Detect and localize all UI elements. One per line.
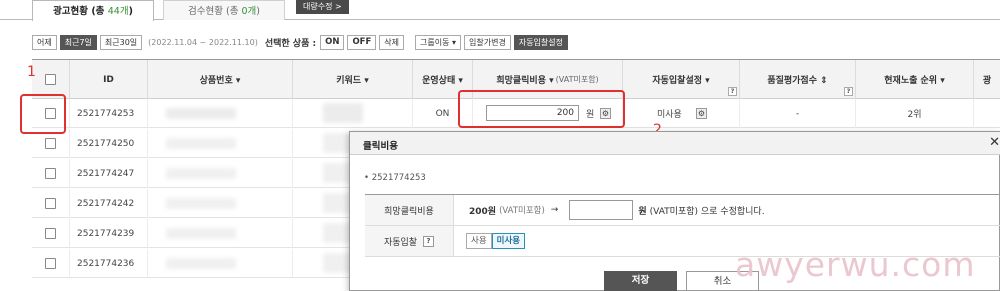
watermark: awyerwu.com [735, 245, 976, 284]
delete-button[interactable]: 삭제 [379, 34, 405, 50]
auto-bid-toggle: 사용 미사용 [466, 226, 526, 256]
date-range: (2022.11.04 ~ 2022.11.10) [148, 37, 258, 47]
row-id: 2521774236 [69, 249, 147, 278]
auto-bid-settings-button[interactable]: 자동입찰설정 [513, 34, 568, 50]
row-id: 2521774247 [69, 159, 147, 188]
row-checkbox[interactable] [45, 168, 56, 179]
tab-count: 44개 [107, 6, 129, 17]
header-rank[interactable]: 현재노출 순위 ▾ [855, 60, 973, 99]
off-button[interactable]: OFF [347, 34, 377, 50]
row-select-cell [32, 219, 69, 248]
row-select-cell [32, 159, 69, 188]
bulk-edit-button[interactable]: 대량수정 > [296, 0, 349, 14]
redacted-keyword [323, 103, 363, 123]
row-product-no [147, 99, 292, 128]
annotation-number-1: 1 [27, 64, 36, 80]
filter-bar: 어제 최근7일 최근30일 (2022.11.04 ~ 2022.11.10) … [32, 34, 571, 50]
redacted-product [166, 138, 236, 149]
row-rank: 2위 [855, 99, 973, 128]
help-icon[interactable]: ? [423, 235, 435, 247]
row-checkbox[interactable] [45, 258, 56, 269]
auto-bid-label: 자동입찰 [383, 237, 418, 248]
new-bid-unit: 원 [638, 206, 647, 217]
select-all-checkbox[interactable] [45, 74, 56, 85]
row-select-cell [32, 249, 69, 278]
row-id: 2521774253 [69, 99, 147, 128]
popup-bid-row: 희망클릭비용 200원 (VAT미포함) → 원 (VAT미포함) 으로 수정합… [365, 195, 1000, 226]
row-checkbox[interactable] [45, 228, 56, 239]
save-button[interactable]: 저장 [604, 271, 677, 291]
row-id: 2521774239 [69, 219, 147, 248]
auto-bid-help-icon[interactable]: ? [728, 87, 737, 96]
tab-label: 광고현황 (총 [53, 6, 108, 17]
row-product-no [147, 249, 292, 278]
group-move-button[interactable]: 그룹이동 ▾ [415, 34, 462, 50]
row-extra [973, 99, 1000, 128]
row-checkbox[interactable] [45, 138, 56, 149]
bid-row-label: 희망클릭비용 [365, 195, 454, 225]
redacted-product [166, 198, 236, 209]
yesterday-button[interactable]: 어제 [32, 34, 57, 50]
current-bid: 200원 [469, 206, 497, 217]
row-select-cell [32, 189, 69, 218]
use-toggle[interactable]: 사용 [466, 233, 492, 249]
row-auto-bid: 미사용 ⚙ [622, 99, 739, 128]
bid-row-value: 200원 (VAT미포함) → 원 (VAT미포함) 으로 수정합니다. [469, 195, 765, 225]
row-product-no [147, 129, 292, 158]
header-extra[interactable]: 광 [973, 60, 1000, 99]
auto-bid-value: 미사용 [657, 110, 682, 120]
header-bid-label: 희망클릭비용 ▾ [496, 76, 554, 86]
last-7-days-button[interactable]: 최근7일 [59, 34, 97, 50]
nouse-toggle[interactable]: 미사용 [491, 233, 526, 249]
header-auto-bid[interactable]: 자동입찰설정 ▾ ? [622, 60, 739, 99]
popup-header: 클릭비용 ✕ [350, 132, 1000, 155]
last-30-days-button[interactable]: 최근30일 [99, 34, 143, 50]
close-icon[interactable]: ✕ [989, 135, 1000, 150]
row-keyword [292, 99, 412, 128]
redacted-product [166, 108, 236, 119]
tab-label: 검수현황 (총 [188, 6, 242, 17]
redacted-product [166, 258, 236, 269]
annotation-box-checkbox [20, 94, 66, 134]
auto-bid-row-label: 자동입찰 ? [365, 226, 454, 256]
header-id[interactable]: ID [69, 60, 147, 99]
popup-title: 클릭비용 [363, 141, 398, 152]
quality-help-icon[interactable]: ? [844, 87, 853, 96]
tab-review-status[interactable]: 검수현황 (총 0개) [163, 0, 285, 20]
auto-bid-gear-icon[interactable]: ⚙ [696, 108, 707, 119]
bid-change-button[interactable]: 입찰가변경 [464, 34, 511, 50]
row-product-no [147, 189, 292, 218]
row-id: 2521774250 [69, 129, 147, 158]
tab-ad-status[interactable]: 광고현황 (총 44개) [32, 0, 154, 21]
new-bid-input[interactable] [569, 200, 634, 220]
row-quality: - [739, 99, 855, 128]
popup-item-id: • 2521774253 [364, 173, 426, 183]
header-quality[interactable]: 품질평가점수 ⇕ ? [739, 60, 855, 99]
header-product-no[interactable]: 상품번호 ▾ [147, 60, 292, 99]
redacted-product [166, 228, 236, 239]
header-bid-vat: (VAT미포함) [555, 75, 599, 84]
row-product-no [147, 219, 292, 248]
row-checkbox[interactable] [45, 198, 56, 209]
vat-note: (VAT미포함) [499, 206, 545, 216]
row-id: 2521774242 [69, 189, 147, 218]
header-auto-bid-label: 자동입찰설정 ▾ [652, 76, 710, 86]
popup-form: 희망클릭비용 200원 (VAT미포함) → 원 (VAT미포함) 으로 수정합… [365, 194, 1000, 257]
arrow-icon: → [550, 205, 559, 215]
redacted-product [166, 168, 236, 179]
tab-close-paren: ) [128, 6, 133, 17]
tab-bar: 광고현황 (총 44개) 검수현황 (총 0개) 대량수정 > [0, 0, 1000, 21]
header-keyword[interactable]: 키워드 ▾ [292, 60, 412, 99]
selected-products-label: 선택한 상품 : [264, 38, 317, 49]
tab-close-paren: ) [256, 6, 260, 17]
on-button[interactable]: ON [320, 34, 345, 50]
bid-suffix: (VAT미포함) 으로 수정합니다. [649, 206, 765, 217]
tab-count: 0개 [241, 6, 257, 17]
row-product-no [147, 159, 292, 188]
annotation-box-bid [458, 90, 625, 128]
header-quality-label: 품질평가점수 ⇕ [767, 76, 828, 86]
